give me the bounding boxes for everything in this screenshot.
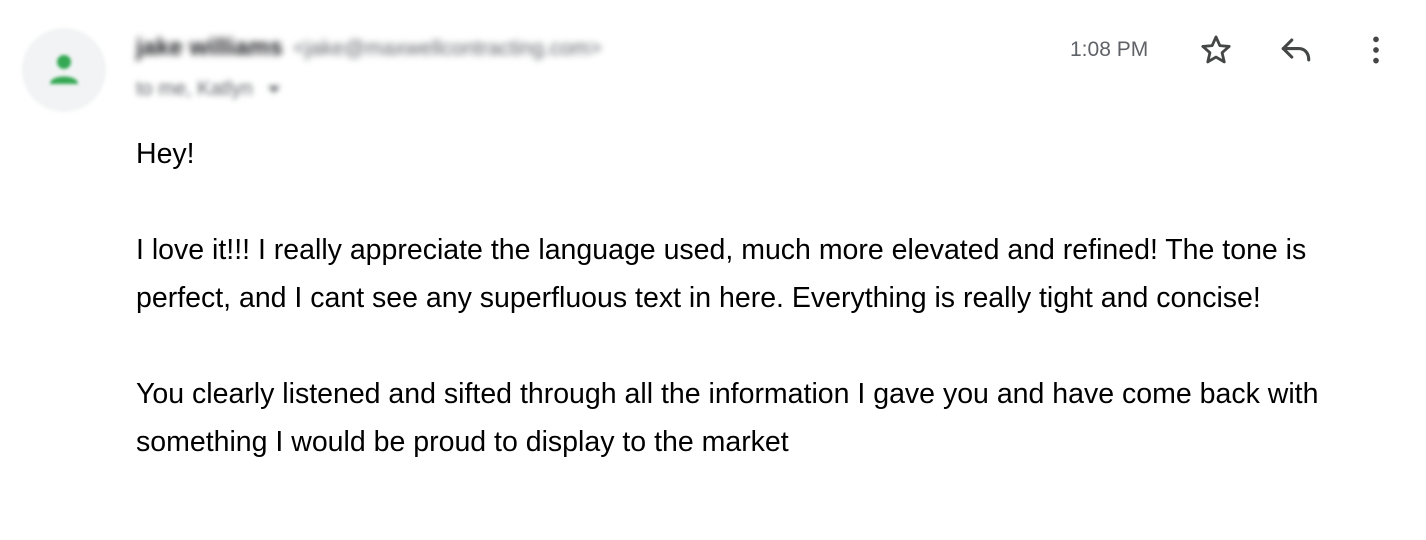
sender-avatar[interactable] xyxy=(22,28,106,112)
greeting: Hey! xyxy=(136,138,195,170)
reply-icon xyxy=(1281,38,1311,62)
recipients-label: to me, Katlyn xyxy=(136,78,253,100)
body-paragraph-2: You clearly listened and sifted through … xyxy=(136,378,1319,458)
star-button[interactable] xyxy=(1198,32,1234,68)
more-options-button[interactable] xyxy=(1358,32,1394,68)
recipients-dropdown[interactable]: to me, Katlyn xyxy=(136,78,281,101)
sender-name[interactable]: jake williams xyxy=(136,34,283,61)
body-paragraph-1: I love it!!! I really appreciate the lan… xyxy=(136,234,1307,314)
timestamp: 1:08 PM xyxy=(1070,38,1149,61)
sender-line: jake williams <jake@maxwellcontracting.c… xyxy=(136,34,602,62)
star-icon xyxy=(1201,35,1231,64)
person-icon xyxy=(50,55,78,84)
more-vert-icon xyxy=(1373,36,1379,64)
message-body: Hey! I love it!!! I really appreciate th… xyxy=(136,130,1398,466)
reply-button[interactable] xyxy=(1278,32,1314,68)
caret-down-icon[interactable] xyxy=(268,86,281,94)
sender-email: <jake@maxwellcontracting.com> xyxy=(293,37,602,60)
